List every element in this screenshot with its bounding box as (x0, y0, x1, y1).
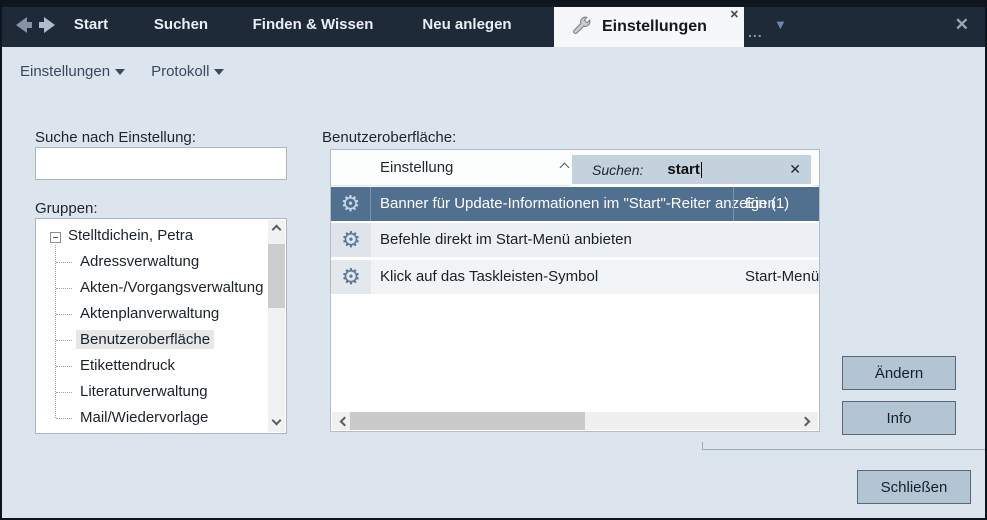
tab-overflow-ellipsis[interactable]: ... (748, 24, 763, 40)
scroll-left-icon[interactable] (340, 417, 350, 427)
history-nav (14, 16, 58, 34)
table-section-label: Benutzeroberfläche: (322, 129, 456, 146)
setting-search-label: Suche nach Einstellung: (35, 129, 196, 146)
setting-name: Banner für Update-Informationen im "Star… (380, 195, 776, 212)
tree-item-akten-vorgangsverwaltung[interactable]: Akten-/Vorgangsverwaltung (36, 275, 286, 301)
tree-item-label: Benutzeroberfläche (76, 330, 214, 349)
chevron-down-icon (214, 69, 224, 75)
tree-item-label: Akten-/Vorgangsverwaltung (76, 278, 267, 297)
tab-einstellungen-label: Einstellungen (602, 18, 707, 36)
setting-name: Klick auf das Taskleisten-Symbol (380, 268, 598, 285)
tree-item-adressverwaltung[interactable]: Adressverwaltung (36, 249, 286, 275)
tab-list-dropdown-icon[interactable]: ▼ (774, 17, 787, 32)
table-horizontal-scrollbar[interactable] (332, 412, 818, 430)
tab-finden-wissen[interactable]: Finden & Wissen (240, 2, 386, 47)
tree-vertical-scrollbar[interactable] (268, 220, 285, 432)
settings-window: Start Suchen Finden & Wissen Neu anlegen… (0, 0, 987, 520)
wrench-icon (570, 16, 592, 38)
back-arrow-icon[interactable] (14, 16, 34, 34)
tree-item-etikettendruck[interactable]: Etikettendruck (36, 353, 286, 379)
tree-collapse-icon[interactable] (50, 232, 61, 243)
tree-item-mail-wiedervorlage[interactable]: Mail/Wiedervorlage (36, 405, 286, 431)
tab-einstellungen-active[interactable]: Einstellungen ✕ (554, 7, 744, 47)
tree-root-node[interactable]: Stelltdichein, Petra (68, 227, 193, 244)
tab-suchen[interactable]: Suchen (142, 2, 220, 47)
setting-search-input[interactable] (35, 147, 287, 180)
window-close-icon[interactable]: ✕ (955, 15, 969, 35)
search-close-icon[interactable]: ✕ (789, 161, 801, 178)
table-search-value[interactable]: start (667, 161, 700, 178)
tree-item-label: Aktenplanverwaltung (76, 304, 223, 323)
scroll-down-icon[interactable] (272, 416, 282, 426)
settings-table: Einstellung Suchen: start ✕ ⚙ Banner für… (330, 149, 820, 432)
text-cursor (701, 162, 702, 178)
tree-item-label: Etikettendruck (76, 356, 179, 375)
scrollbar-thumb[interactable] (268, 244, 285, 308)
menubar: Einstellungen Protokoll (2, 47, 985, 95)
tree-item-label: Adressverwaltung (76, 252, 203, 271)
groups-label: Gruppen: (35, 200, 98, 217)
tab-neu-anlegen[interactable]: Neu anlegen (406, 2, 528, 47)
scrollbar-thumb[interactable] (350, 412, 585, 430)
tab-close-icon[interactable]: ✕ (730, 8, 739, 21)
table-row[interactable]: ⚙ Befehle direkt im Start-Menü anbieten (331, 223, 819, 257)
menu-protokoll[interactable]: Protokoll (151, 63, 224, 80)
chevron-down-icon (115, 69, 125, 75)
groups-tree: Stelltdichein, Petra Adressverwaltung Ak… (35, 218, 287, 434)
menu-einstellungen-label: Einstellungen (20, 63, 110, 80)
tree-item-label: Literaturverwaltung (76, 382, 212, 401)
menu-protokoll-label: Protokoll (151, 63, 209, 80)
table-row[interactable]: ⚙ Banner für Update-Informationen im "St… (331, 187, 819, 221)
scroll-right-icon[interactable] (801, 417, 811, 427)
tree-item-benutzeroberflaeche[interactable]: Benutzeroberfläche (36, 327, 286, 353)
setting-value: Ein (1) (745, 195, 789, 212)
column-header-einstellung[interactable]: Einstellung (380, 159, 453, 176)
ribbon-tab-bar: Start Suchen Finden & Wissen Neu anlegen… (2, 2, 985, 47)
tree-item-aktenplanverwaltung[interactable]: Aktenplanverwaltung (36, 301, 286, 327)
tree-item-label: Mail/Wiedervorlage (76, 408, 212, 427)
info-button[interactable]: Info (842, 401, 956, 435)
setting-name: Befehle direkt im Start-Menü anbieten (380, 231, 632, 248)
forward-arrow-icon[interactable] (37, 16, 57, 34)
gear-icon: ⚙ (341, 193, 361, 215)
scroll-up-icon[interactable] (272, 225, 282, 235)
menu-einstellungen[interactable]: Einstellungen (20, 63, 125, 80)
sort-ascending-icon (560, 163, 570, 173)
tab-start[interactable]: Start (60, 2, 122, 47)
gear-icon: ⚙ (341, 229, 361, 251)
tree-item-literaturverwaltung[interactable]: Literaturverwaltung (36, 379, 286, 405)
close-button[interactable]: Schließen (857, 470, 971, 504)
setting-value: Start-Menü (745, 268, 819, 285)
table-row[interactable]: ⚙ Klick auf das Taskleisten-Symbol Start… (331, 260, 819, 294)
gear-icon: ⚙ (341, 266, 361, 288)
change-button[interactable]: Ändern (842, 356, 956, 390)
table-search-overlay: Suchen: start ✕ (570, 153, 813, 186)
table-search-label: Suchen: (592, 162, 643, 178)
footer-divider (702, 442, 985, 450)
